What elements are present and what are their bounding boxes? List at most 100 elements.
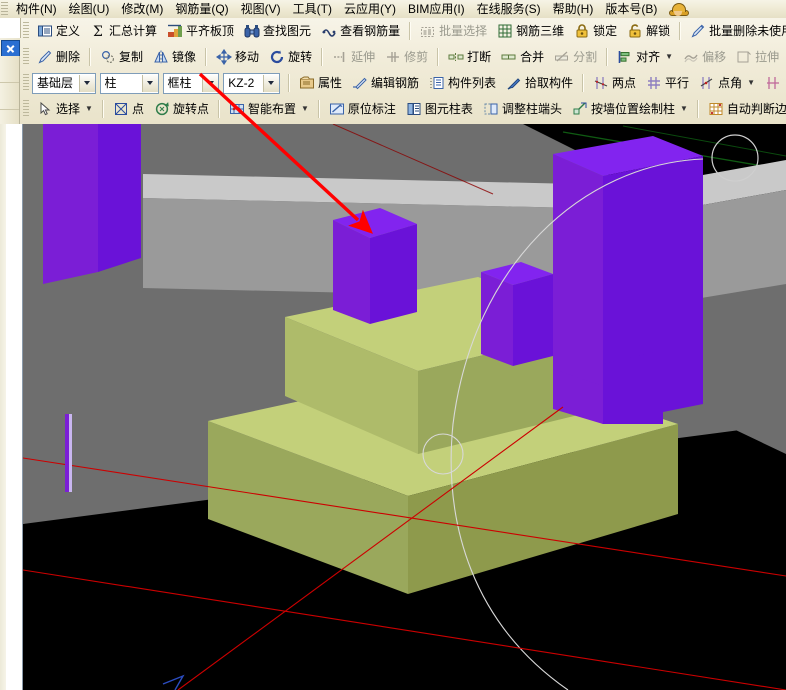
in-situ-annotation-button[interactable]: 原位标注 [324,98,401,120]
copy-label: 复制 [119,50,144,64]
floor-layer-combo[interactable]: 基础层 [32,72,96,94]
unlock-button[interactable]: 解锁 [622,20,675,42]
point-angle-caret-icon[interactable]: ▼ [747,75,755,91]
offset-icon [683,49,699,65]
component-list-icon [429,75,445,91]
draw-column-by-wall-button[interactable]: 按墙位置绘制柱 ▼ [567,98,693,120]
model-3d-canvas[interactable] [23,124,786,690]
point-angle-button[interactable]: 点角 ▼ [694,72,760,94]
mirror-button[interactable]: 镜像 [148,46,201,68]
mirror-label: 镜像 [172,50,197,64]
menu-tools[interactable]: 工具(T) [287,0,338,18]
menu-view[interactable]: 视图(V) [235,0,287,18]
edit-rebar-button[interactable]: 编辑钢筋 [347,72,424,94]
batch-delete-unused-button[interactable]: 批量删除未使用构件 [685,20,786,42]
chevron-down-icon[interactable] [141,74,158,92]
break-button[interactable]: 打断 [443,46,496,68]
toolbar-row2-grip[interactable] [23,48,29,66]
component-list-button[interactable]: 构件列表 [424,72,501,94]
rotate-button[interactable]: 旋转 [264,46,317,68]
stretch-button[interactable]: 拉伸 [731,46,784,68]
component-list-label: 构件列表 [448,76,497,90]
menu-online-service[interactable]: 在线服务(S) [471,0,547,18]
draw-column-by-wall-caret-icon[interactable]: ▼ [680,101,688,117]
auto-corner-column-label: 自动判断边角柱 [726,102,786,116]
rebar-3d-label: 钢筋三维 [516,24,565,38]
menu-component[interactable]: 构件(N) [10,0,63,18]
hardhat-avatar-icon[interactable] [669,2,690,17]
menubar-grip[interactable] [1,2,8,16]
find-element-button[interactable]: 查找图元 [239,20,316,42]
rotate-label: 旋转 [288,50,313,64]
component-subtype-combo[interactable]: 框柱 [162,72,220,94]
column-mid-right-face [370,224,417,324]
adjust-column-end-button[interactable]: 调整柱端头 [478,98,567,120]
draw-column-by-wall-icon [572,101,588,117]
left-dock-strip [0,18,21,142]
trim-label: 修剪 [404,50,429,64]
lock-button[interactable]: 锁定 [569,20,622,42]
lock-label: 锁定 [593,24,618,38]
batch-select-icon [420,23,436,39]
merge-button[interactable]: 合并 [496,46,549,68]
align-button[interactable]: 对齐 ▼ [612,46,678,68]
align-slab-top-button[interactable]: 平齐板顶 [162,20,239,42]
point-angle-label: 点角 [718,76,743,90]
properties-button[interactable]: 属性 [294,72,347,94]
batch-select-button[interactable]: 批量选择 [415,20,492,42]
chevron-down-icon[interactable] [78,74,95,92]
model-3d-viewport[interactable] [23,124,786,690]
define-label: 定义 [56,24,81,38]
chevron-down-icon[interactable] [262,74,279,92]
copy-button[interactable]: 复制 [95,46,148,68]
two-point-button[interactable]: 两点 [588,72,641,94]
menu-rebar-quantity[interactable]: 钢筋量(Q) [169,0,234,18]
column-edge-sliver [65,414,69,492]
smart-layout-caret-icon[interactable]: ▼ [301,101,309,117]
view-rebar-quantity-button[interactable]: 查看钢筋量 [316,20,405,42]
point-angle-icon [699,75,715,91]
split-button[interactable]: 分割 [549,46,602,68]
batch-select-label: 批量选择 [439,24,488,38]
stretch-icon [736,49,752,65]
move-button[interactable]: 移动 [211,46,264,68]
select-caret-icon[interactable]: ▼ [85,101,93,117]
auto-corner-column-button[interactable]: 自动判断边角柱 [703,98,786,120]
point-draw-button[interactable]: 点 [108,98,149,120]
draw-column-by-wall-label: 按墙位置绘制柱 [590,102,675,116]
summary-calculate-button[interactable]: Σ 汇总计算 [85,20,162,42]
parallel-button[interactable]: 平行 [641,72,694,94]
toolbar-row1-grip[interactable] [23,22,29,40]
menu-cloud-apps[interactable]: 云应用(Y) [338,0,402,18]
parallel-label: 平行 [665,76,690,90]
application-window: 构件(N) 绘图(U) 修改(M) 钢筋量(Q) 视图(V) 工具(T) 云应用… [0,0,786,690]
define-button[interactable]: 定义 [32,20,85,42]
menu-modify[interactable]: 修改(M) [115,0,169,18]
pick-component-button[interactable]: 拾取构件 [501,72,578,94]
edit-rebar-label: 编辑钢筋 [370,76,419,90]
delete-button[interactable]: 删除 [32,46,85,68]
chevron-down-icon[interactable] [202,74,219,92]
select-button[interactable]: 选择 ▼ [32,98,98,120]
menu-version[interactable]: 版本号(B) [599,0,663,18]
rebar-3d-button[interactable]: 钢筋三维 [492,20,569,42]
rotate-point-button[interactable]: 旋转点 [149,98,214,120]
toolbar-area: 定义 Σ 汇总计算 平齐板顶 查找图元 查看钢筋量 批量选择 钢筋三维 锁定 解… [0,18,786,125]
align-caret-icon[interactable]: ▼ [665,49,673,65]
toolbar-row3-grip[interactable] [23,74,29,92]
menu-draw[interactable]: 绘图(U) [63,0,116,18]
component-name-combo[interactable]: KZ-2 [223,72,280,94]
extra-tool-button[interactable] [760,72,786,94]
merge-label: 合并 [520,50,545,64]
offset-button[interactable]: 偏移 [678,46,731,68]
element-column-table-button[interactable]: 图元柱表 [401,98,478,120]
rotate-point-icon [154,101,170,117]
trim-button[interactable]: 修剪 [380,46,433,68]
menu-bim-apps[interactable]: BIM应用(I) [402,0,471,18]
smart-layout-button[interactable]: 智能布置 ▼ [224,98,314,120]
extend-button[interactable]: 延伸 [327,46,380,68]
delete-icon [37,49,53,65]
component-type-combo[interactable]: 柱 [99,72,159,94]
toolbar-row4-grip[interactable] [23,100,29,118]
menu-help[interactable]: 帮助(H) [547,0,600,18]
